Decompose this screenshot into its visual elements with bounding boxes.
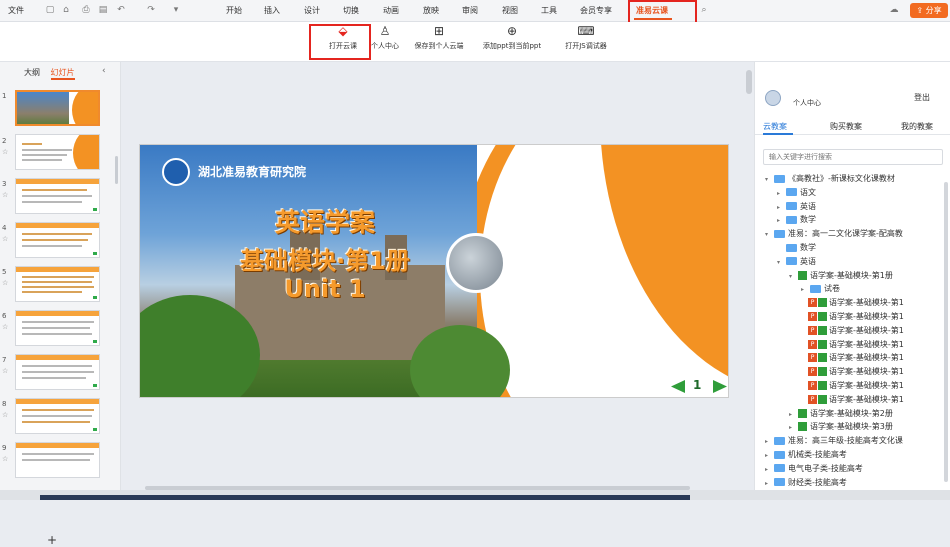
slide-number: 8 xyxy=(2,400,7,408)
notebook-photo-bubble xyxy=(446,233,506,293)
tab-home[interactable]: 开始 xyxy=(226,5,242,16)
page-number: 1 xyxy=(693,378,702,392)
tab-tools[interactable]: 工具 xyxy=(541,5,557,16)
star-icon: ☆ xyxy=(2,411,9,419)
tab-view[interactable]: 视图 xyxy=(502,5,518,16)
tab-insert[interactable]: 插入 xyxy=(264,5,280,16)
slide-title-line2: 基础模块·第1册 xyxy=(240,247,410,275)
ribbon-toolbar: ⬙ 打开云课 ♙ 个人中心 ⊞ 保存到个人云端 ⊕ 添加ppt到当前ppt ⌨ … xyxy=(0,22,950,62)
tab-slides[interactable]: 幻灯片 xyxy=(50,68,75,80)
slide-number: 4 xyxy=(2,224,7,232)
slide-number: 5 xyxy=(2,268,7,276)
open-js-debugger-button[interactable]: ⌨ 打开JS调试器 xyxy=(558,24,614,51)
slide-thumbnail[interactable] xyxy=(15,222,100,258)
highlight-box-open-cloud xyxy=(309,24,371,60)
debug-icon: ⌨ xyxy=(577,24,595,38)
tab-review[interactable]: 审阅 xyxy=(462,5,478,16)
search-icon[interactable]: ⌕ xyxy=(698,4,710,16)
slide-number: 1 xyxy=(2,92,7,100)
save-cloud-icon: ⊞ xyxy=(433,24,445,38)
slide-title-line1: 英语学案 xyxy=(274,208,375,237)
menu-bar: 文件 ▢ ⌂ ⎙ ▤ ↶ ↷ ▾ 开始 插入 设计 切换 动画 放映 审阅 视图… xyxy=(0,0,950,22)
slide-thumbnail[interactable] xyxy=(15,310,100,346)
org-name: 湖北准易教育研究院 xyxy=(198,165,307,179)
slide-thumbnail[interactable] xyxy=(15,90,100,126)
preview-icon[interactable]: ▤ xyxy=(97,4,109,16)
star-icon: ☆ xyxy=(2,367,9,375)
save-to-cloud-button[interactable]: ⊞ 保存到个人云端 xyxy=(408,24,470,51)
add-ppt-button[interactable]: ⊕ 添加ppt到当前ppt xyxy=(476,24,548,51)
tab-transition[interactable]: 切换 xyxy=(343,5,359,16)
slide-thumbnail[interactable] xyxy=(15,442,100,478)
tab-member[interactable]: 会员专享 xyxy=(580,5,612,16)
thumbnail-scrollbar[interactable] xyxy=(115,156,118,184)
undo-icon[interactable]: ↶ xyxy=(115,4,127,16)
star-icon: ☆ xyxy=(2,235,9,243)
tab-design[interactable]: 设计 xyxy=(304,5,320,16)
add-icon: ⊕ xyxy=(506,24,518,38)
slide-thumbnail[interactable] xyxy=(15,398,100,434)
star-icon: ☆ xyxy=(2,148,9,156)
slide-number: 9 xyxy=(2,444,7,452)
slide-number: 6 xyxy=(2,312,7,320)
slide-number: 2 xyxy=(2,137,7,145)
home-icon[interactable]: ▢ xyxy=(44,4,56,16)
slide-thumbnail[interactable] xyxy=(15,178,100,214)
slide-thumbnail[interactable] xyxy=(15,354,100,390)
open-icon[interactable]: ⌂ xyxy=(60,4,72,16)
castle-photo: 湖北准易教育研究院 英语学案 基础模块·第1册 Unit 1 xyxy=(140,145,510,397)
share-icon: ⇪ xyxy=(916,6,924,15)
taskbar-strip xyxy=(40,495,690,500)
tab-slideshow[interactable]: 放映 xyxy=(423,5,439,16)
share-button[interactable]: ⇪ 分享 xyxy=(910,3,948,18)
star-icon: ☆ xyxy=(2,323,9,331)
slide-title-line3: Unit 1 xyxy=(284,275,366,303)
print-icon[interactable]: ⎙ xyxy=(80,4,92,16)
add-slide-button[interactable]: + xyxy=(47,533,57,547)
tab-outline[interactable]: 大纲 xyxy=(24,68,40,77)
slide-number: 3 xyxy=(2,180,7,188)
cloud-sync-icon[interactable]: ☁ xyxy=(888,4,900,16)
slide-thumbnail[interactable] xyxy=(15,134,100,170)
institute-logo xyxy=(162,158,190,186)
file-menu[interactable]: 文件 xyxy=(8,5,24,16)
star-icon: ☆ xyxy=(2,455,9,463)
more-icon[interactable]: ▾ xyxy=(170,4,182,16)
person-icon: ♙ xyxy=(379,24,391,38)
redo-icon[interactable]: ↷ xyxy=(145,4,157,16)
star-icon: ☆ xyxy=(2,279,9,287)
slide-number: 7 xyxy=(2,356,7,364)
personal-center-button[interactable]: ♙ 个人中心 xyxy=(366,24,404,51)
star-icon: ☆ xyxy=(2,191,9,199)
tab-animation[interactable]: 动画 xyxy=(383,5,399,16)
slide-thumbnail[interactable] xyxy=(15,266,100,302)
left-pane-tabs: 大纲 幻灯片 xyxy=(24,67,83,80)
slide-1[interactable]: 湖北准易教育研究院 英语学案 基础模块·第1册 Unit 1 1 xyxy=(139,144,729,398)
slide-thumbnail-pane: 大纲 幻灯片 ‹ 1 2 ☆ 3 ☆ 4 ☆ 5 ☆ 6 ☆ 7 ☆ 8 ☆ 9… xyxy=(0,62,121,547)
collapse-pane-icon[interactable]: ‹ xyxy=(102,66,106,76)
